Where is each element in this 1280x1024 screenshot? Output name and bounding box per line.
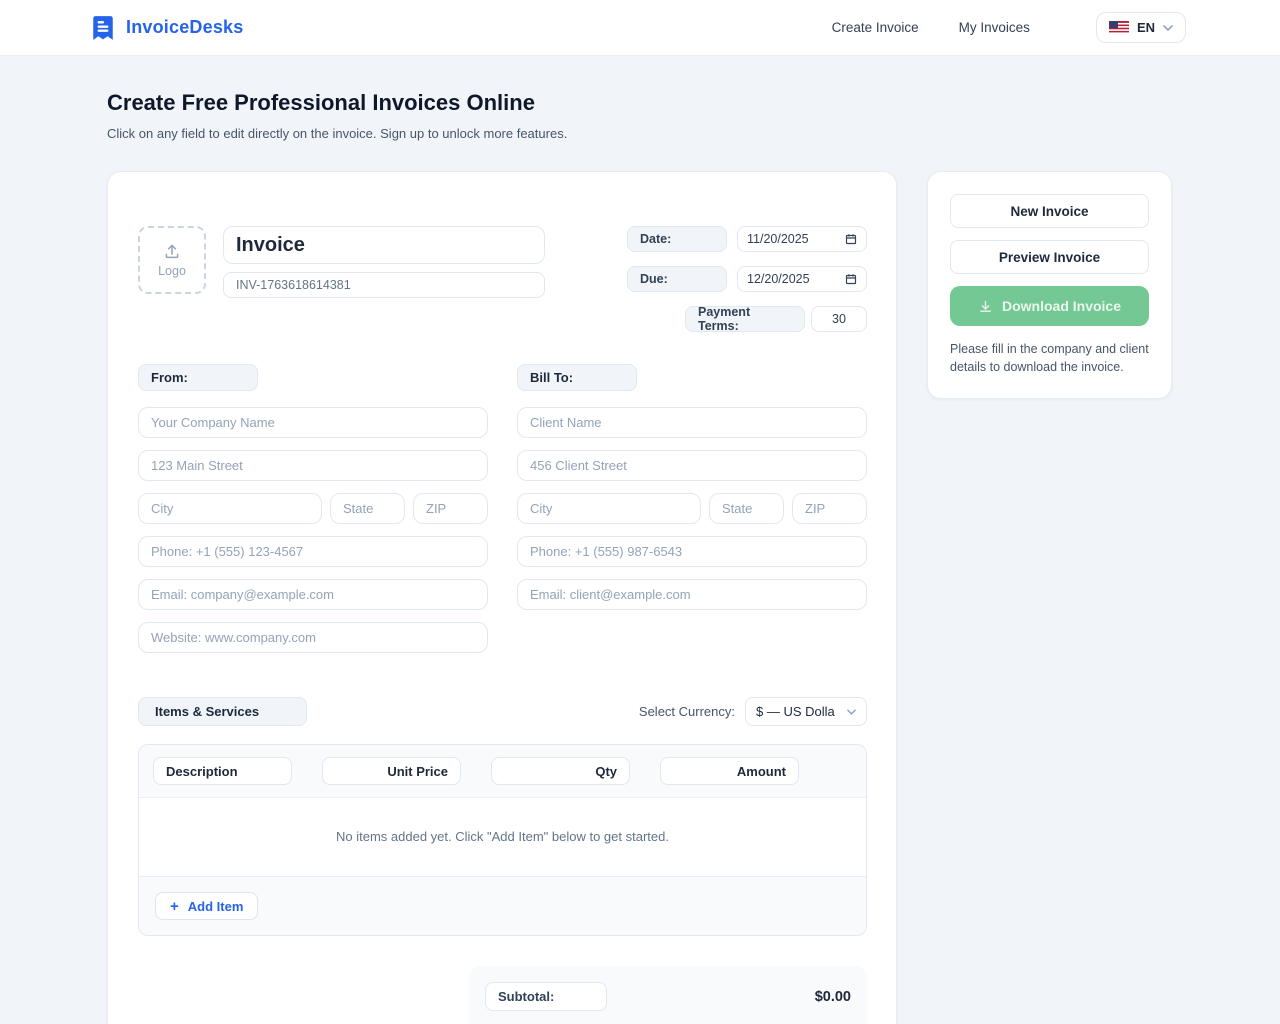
company-website-input[interactable]: [138, 622, 488, 653]
empty-items-message: No items added yet. Click "Add Item" bel…: [159, 828, 846, 846]
plus-icon: +: [170, 899, 179, 914]
calendar-icon: [845, 233, 857, 245]
invoice-due-date-input[interactable]: 12/20/2025: [737, 266, 867, 292]
client-city-input[interactable]: [517, 493, 701, 524]
company-name-input[interactable]: [138, 407, 488, 438]
items-services-label-field[interactable]: Items & Services: [138, 697, 307, 726]
invoice-receipt-logo-icon: [90, 15, 116, 41]
company-city-input[interactable]: [138, 493, 322, 524]
date-label-field[interactable]: Date:: [627, 226, 727, 252]
calendar-icon: [845, 273, 857, 285]
totals-panel: Subtotal: $0.00 Discount: %: [469, 966, 867, 1024]
from-label-field[interactable]: From:: [138, 364, 258, 391]
client-zip-input[interactable]: [792, 493, 867, 524]
logo-upload-dropzone[interactable]: Logo: [138, 226, 206, 294]
invoice-date-input[interactable]: 11/20/2025: [737, 226, 867, 252]
add-item-button[interactable]: + Add Item: [155, 892, 258, 920]
company-phone-input[interactable]: [138, 536, 488, 567]
chevron-down-icon: [1163, 25, 1173, 31]
column-header-description[interactable]: Description: [153, 757, 292, 785]
invoice-due-date-value: 12/20/2025: [747, 272, 810, 286]
subtotal-amount: $0.00: [815, 989, 851, 1005]
payment-terms-label-field[interactable]: Payment Terms:: [685, 306, 805, 332]
payment-terms-input[interactable]: [811, 306, 867, 332]
logo-upload-label: Logo: [158, 264, 186, 278]
page-subtitle: Click on any field to edit directly on t…: [107, 126, 1173, 141]
items-table: Description Unit Price Qty Amount No ite…: [138, 744, 867, 936]
invoice-date-value: 11/20/2025: [747, 232, 809, 246]
client-name-input[interactable]: [517, 407, 867, 438]
client-state-input[interactable]: [709, 493, 784, 524]
upload-icon: [163, 242, 181, 260]
items-table-footer: + Add Item: [139, 877, 866, 935]
add-item-label: Add Item: [188, 899, 244, 914]
items-table-empty-state: No items added yet. Click "Add Item" bel…: [139, 798, 866, 877]
due-label-field[interactable]: Due:: [627, 266, 727, 292]
chevron-down-icon: [847, 709, 856, 715]
download-help-text: Please fill in the company and client de…: [950, 340, 1149, 376]
subtotal-row: Subtotal: $0.00: [485, 982, 851, 1011]
download-invoice-button[interactable]: Download Invoice: [950, 286, 1149, 326]
language-code: EN: [1137, 20, 1155, 35]
brand[interactable]: InvoiceDesks: [90, 15, 243, 41]
bill-to-label-field[interactable]: Bill To:: [517, 364, 637, 391]
invoice-number-input[interactable]: [223, 272, 545, 298]
column-header-amount[interactable]: Amount: [660, 757, 799, 785]
top-navigation-bar: InvoiceDesks Create Invoice My Invoices …: [0, 0, 1280, 56]
currency-selected-value: $ — US Dolla: [756, 704, 835, 719]
subtotal-label-field[interactable]: Subtotal:: [485, 982, 607, 1011]
brand-name: InvoiceDesks: [126, 17, 243, 38]
items-table-header: Description Unit Price Qty Amount: [139, 745, 866, 798]
currency-label: Select Currency:: [639, 704, 735, 719]
download-icon: [978, 299, 993, 314]
invoice-editor-card: Logo Date: 11/20/2025: [107, 171, 897, 1024]
company-email-input[interactable]: [138, 579, 488, 610]
actions-sidebar: New Invoice Preview Invoice Download Inv…: [927, 171, 1172, 399]
column-header-qty[interactable]: Qty: [491, 757, 630, 785]
from-column: From:: [138, 364, 488, 665]
column-header-unit-price[interactable]: Unit Price: [322, 757, 461, 785]
page-title: Create Free Professional Invoices Online: [107, 90, 1173, 116]
top-nav: Create Invoice My Invoices EN: [832, 12, 1186, 43]
new-invoice-button[interactable]: New Invoice: [950, 194, 1149, 228]
client-street-input[interactable]: [517, 450, 867, 481]
client-email-input[interactable]: [517, 579, 867, 610]
invoice-title-input[interactable]: [223, 226, 545, 264]
download-invoice-label: Download Invoice: [1002, 298, 1121, 314]
page-content: Create Free Professional Invoices Online…: [0, 90, 1280, 1024]
company-state-input[interactable]: [330, 493, 405, 524]
nav-create-invoice[interactable]: Create Invoice: [832, 20, 919, 35]
bill-to-column: Bill To:: [517, 364, 867, 665]
language-selector[interactable]: EN: [1096, 12, 1186, 43]
company-street-input[interactable]: [138, 450, 488, 481]
us-flag-icon: [1109, 21, 1129, 34]
preview-invoice-button[interactable]: Preview Invoice: [950, 240, 1149, 274]
nav-my-invoices[interactable]: My Invoices: [959, 20, 1030, 35]
currency-select[interactable]: $ — US Dolla: [745, 697, 867, 726]
client-phone-input[interactable]: [517, 536, 867, 567]
company-zip-input[interactable]: [413, 493, 488, 524]
